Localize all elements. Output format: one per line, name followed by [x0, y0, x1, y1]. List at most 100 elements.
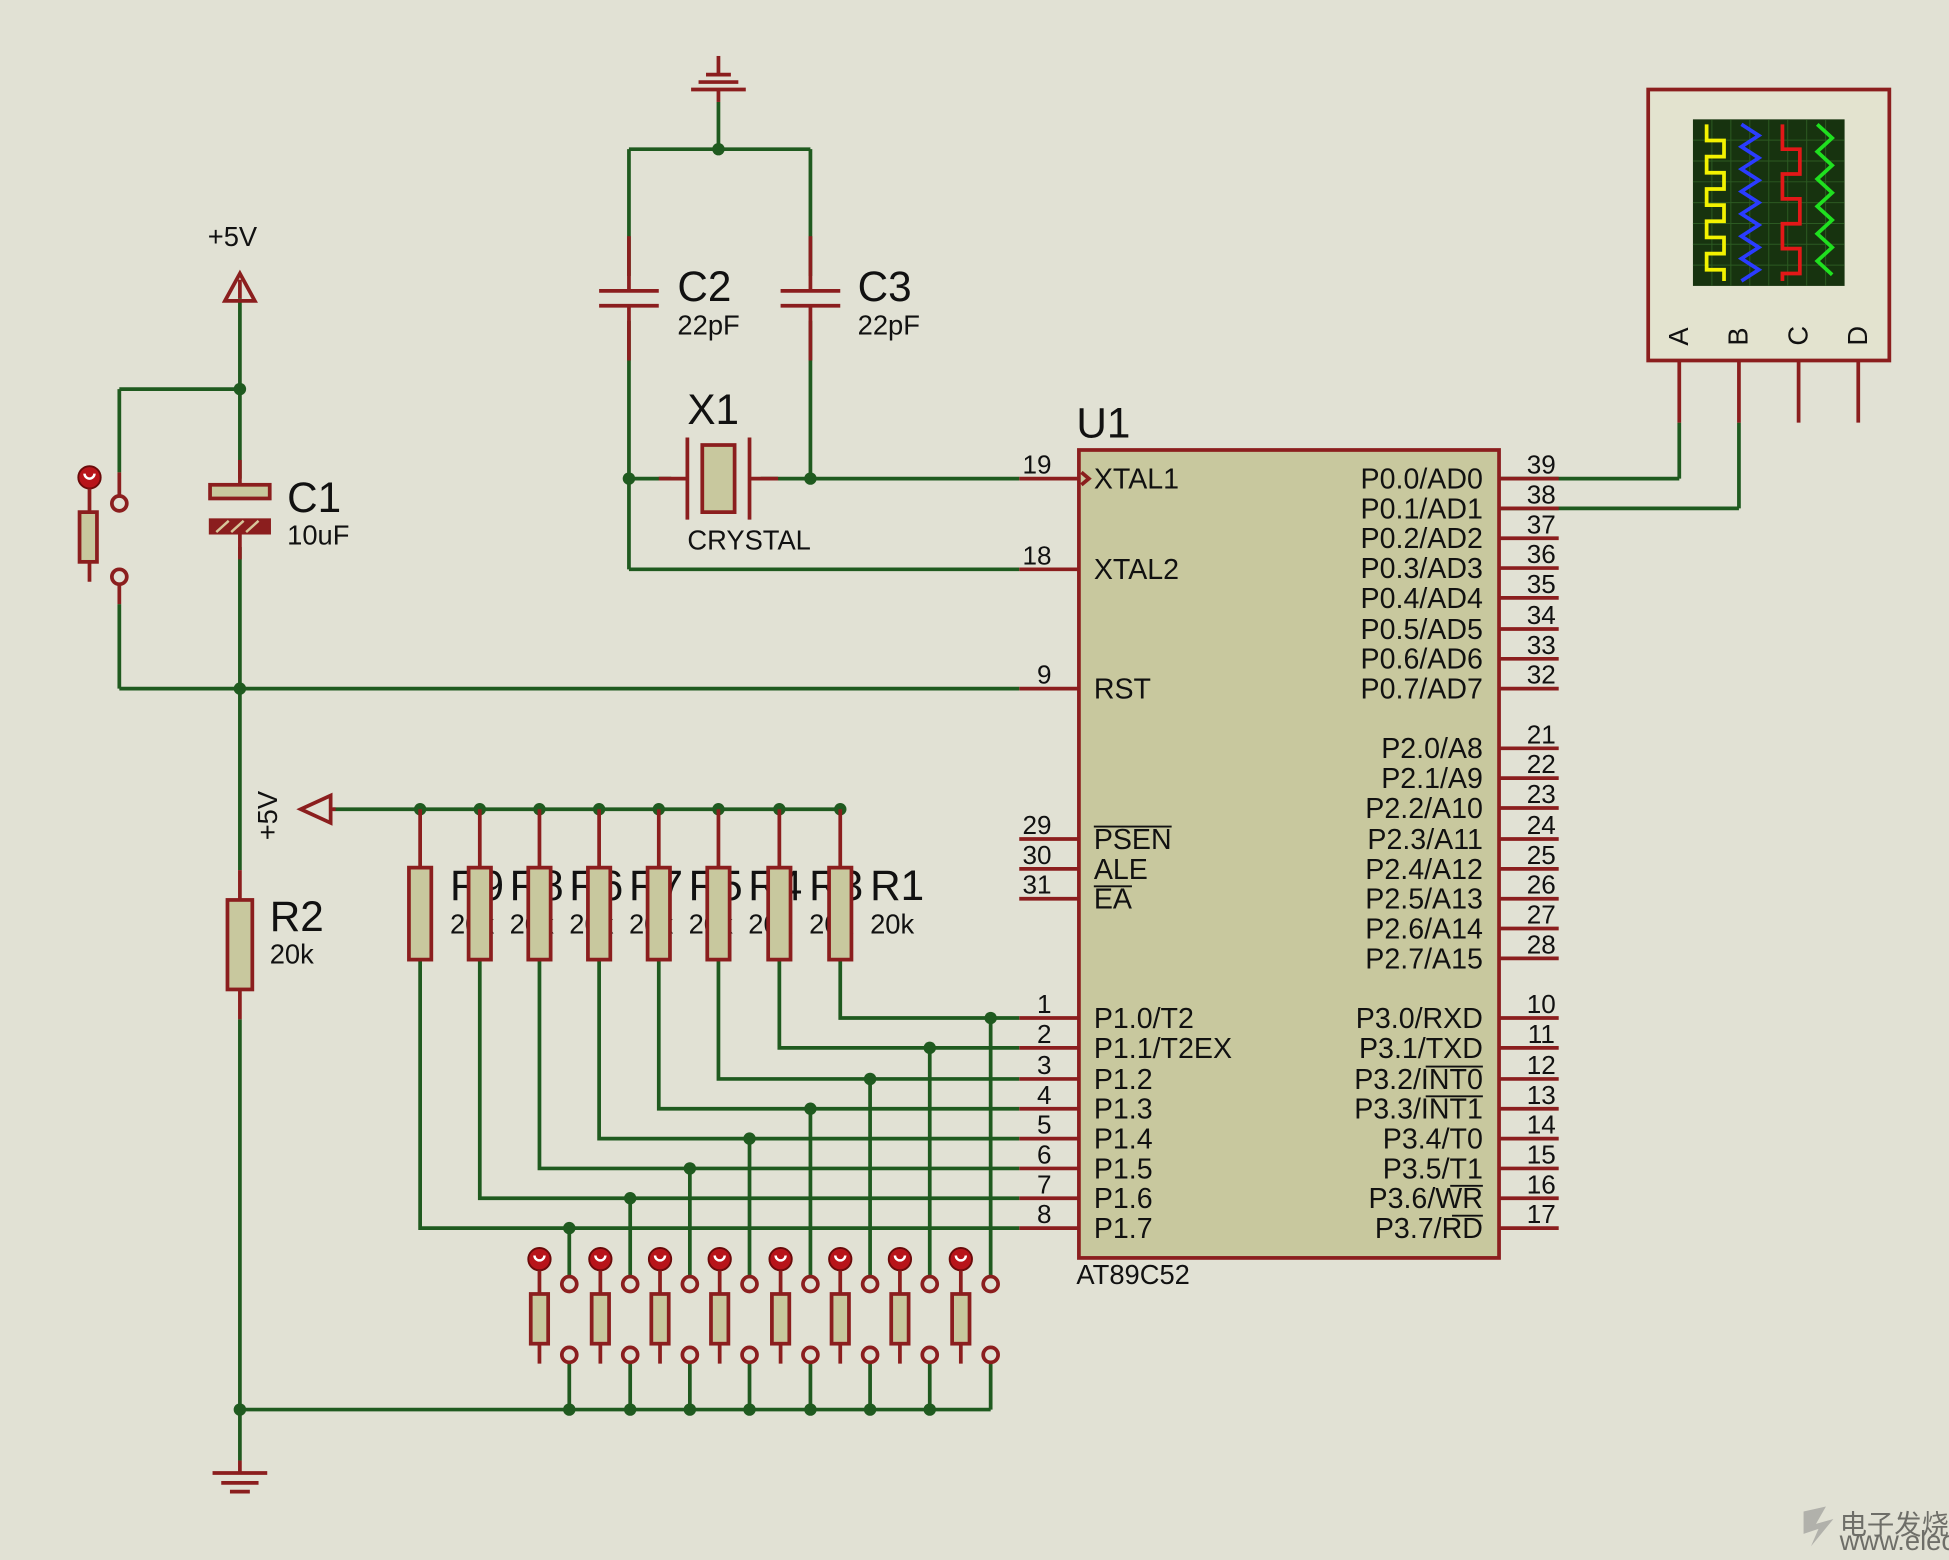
net-r1-port — [838, 959, 1020, 1020]
key-switch-5-body — [770, 1292, 792, 1346]
resistor-r1: R120k — [827, 809, 924, 962]
key-switch-4-body — [709, 1292, 731, 1346]
capacitor-c3: C3 22pF — [780, 236, 920, 361]
u1-pin-2-name: P1.1/T2EX — [1094, 1033, 1232, 1065]
scope-channel-a-label: A — [1663, 327, 1694, 346]
u1-pin-26-name: P2.5/A13 — [1365, 884, 1483, 916]
u1-pin-33-number: 33 — [1527, 630, 1556, 660]
u1-pin-23-name: P2.2/A10 — [1365, 793, 1483, 825]
u1-pin-39-number: 39 — [1527, 450, 1556, 480]
u1-pin-30-name: ALE — [1094, 854, 1148, 886]
u1-pin-32-number: 32 — [1527, 660, 1556, 690]
c3-ref: C3 — [858, 263, 912, 310]
reset-pushbutton[interactable] — [77, 465, 129, 605]
junction-row-r9 — [563, 1221, 576, 1235]
u1-pin-31-number: 31 — [1023, 870, 1052, 900]
u1-pin-33-name: P0.6/AD6 — [1361, 644, 1483, 676]
u1-pin-22-name: P2.1/A9 — [1381, 763, 1483, 795]
r2-ref: R2 — [270, 893, 324, 940]
resistor-r1-value: 20k — [870, 909, 914, 940]
u1-pin-8-name: P1.7 — [1094, 1213, 1153, 1245]
u1-part: AT89C52 — [1076, 1259, 1189, 1290]
c2-value: 22pF — [677, 309, 739, 340]
resistor-r9-body — [407, 865, 434, 962]
u1-pin-9-number: 9 — [1037, 660, 1052, 690]
u1-pin-28-name: P2.7/A15 — [1365, 943, 1483, 975]
c3-value: 22pF — [858, 309, 920, 340]
u1-pin-34-name: P0.5/AD5 — [1361, 614, 1483, 646]
u1-pin-27-name: P2.6/A14 — [1365, 913, 1483, 945]
u1-pin-5-number: 5 — [1037, 1110, 1052, 1140]
u1-pin-14-number: 14 — [1527, 1110, 1556, 1140]
capacitor-c1: C1 10uF — [208, 459, 349, 560]
u1-pin-29-name: PSEN — [1094, 824, 1172, 856]
key-switch-5-contact-bottom — [801, 1345, 820, 1365]
junction-row-r7 — [743, 1132, 756, 1145]
u1-ref: U1 — [1076, 400, 1130, 447]
u1-pin-11-number: 11 — [1528, 1019, 1555, 1049]
u1-pin-13-name: P3.3/INT1 — [1354, 1094, 1483, 1126]
key-switch-4-contact-top — [740, 1274, 759, 1294]
junction-gnd-4 — [743, 1403, 756, 1416]
capacitor-c2: C2 22pF — [599, 236, 740, 361]
u1-pin-21-number: 21 — [1527, 719, 1556, 749]
scope-channel-b-label: B — [1723, 327, 1754, 345]
u1-pin-6-name: P1.5 — [1094, 1153, 1153, 1185]
u1-pin-25-name: P2.4/A12 — [1365, 854, 1483, 886]
resistor-r2: R2 20k — [225, 870, 324, 1020]
junction-row-r8 — [623, 1192, 637, 1205]
u1-pin-3-number: 3 — [1037, 1050, 1052, 1080]
junction-gnd-7 — [923, 1403, 936, 1416]
vcc-symbol-bus: +5V — [252, 790, 336, 840]
u1-pin-39-name: P0.0/AD0 — [1361, 464, 1483, 496]
resistor-r1-body — [827, 865, 854, 962]
resistor-r7-body — [586, 865, 613, 962]
schematic-canvas: +5V +5V C2 22pF C3 22pF X1 CRYSTAL C1 10… — [77, 55, 1949, 1556]
u1-pin-6-number: 6 — [1037, 1139, 1052, 1169]
junction-gnd-6 — [863, 1403, 877, 1416]
key-switch-8-contact-bottom — [981, 1345, 1000, 1365]
u1-pin-16-name: P3.6/WR — [1369, 1183, 1483, 1215]
c1-ref: C1 — [287, 474, 341, 521]
u1-pin-21-name: P2.0/A8 — [1381, 733, 1483, 765]
key-switch-6-contact-bottom — [860, 1345, 880, 1365]
u1-pin-38-name: P0.1/AD1 — [1361, 493, 1483, 525]
u1-pin-24-name: P2.3/A11 — [1367, 824, 1482, 856]
key-switch-4-contact-bottom — [740, 1345, 759, 1365]
u1-pin-13-number: 13 — [1527, 1080, 1556, 1110]
u1-pin-37-name: P0.2/AD2 — [1361, 523, 1483, 555]
u1-pin-27-number: 27 — [1527, 900, 1556, 930]
junction-row-r3 — [923, 1041, 936, 1055]
u1-pin-9-name: RST — [1094, 674, 1151, 706]
crystal-x1: X1 CRYSTAL — [658, 386, 811, 555]
junction-row-r1 — [984, 1011, 997, 1025]
u1-pin-5-name: P1.4 — [1094, 1124, 1153, 1156]
watermark: 电子发烧友 www.elecfans.com — [1803, 1506, 1949, 1556]
u1-pin-7-name: P1.6 — [1094, 1183, 1153, 1215]
junction-row-r4 — [863, 1072, 877, 1086]
vcc-symbol-top: +5V — [208, 221, 258, 303]
u1-pin-25-number: 25 — [1527, 840, 1556, 870]
u1-pin-17-name: P3.7/RD — [1375, 1213, 1483, 1245]
key-switch-1-contact-top — [559, 1274, 579, 1294]
scope-channel-c-label: C — [1782, 326, 1813, 346]
key-switch-8-contact-top — [981, 1274, 1000, 1294]
u1-pin-26-number: 26 — [1527, 870, 1556, 900]
oscilloscope[interactable]: A B C D — [1646, 87, 1892, 423]
u1-pin-12-number: 12 — [1527, 1050, 1556, 1080]
scope-channel-d-label: D — [1842, 326, 1873, 346]
u1-pin-22-number: 22 — [1527, 749, 1556, 779]
junction-gnd-1 — [563, 1403, 576, 1416]
net-r3-port — [777, 959, 1020, 1050]
u1-pin-2-number: 2 — [1037, 1019, 1052, 1049]
resistor-r5-body — [645, 865, 672, 962]
watermark-url: www.elecfans.com — [1839, 1525, 1949, 1556]
u1-pin-28-number: 28 — [1527, 929, 1556, 959]
u1-pin-1-number: 1 — [1037, 989, 1052, 1019]
u1-pin-36-name: P0.3/AD3 — [1361, 553, 1483, 585]
u1-pin-11-name: P3.1/TXD — [1359, 1033, 1483, 1065]
resistor-r6-body — [526, 865, 553, 962]
u1-pin-19-name: XTAL1 — [1094, 464, 1179, 496]
u1-pin-32-name: P0.7/AD7 — [1361, 674, 1483, 706]
resistor-r3-body — [766, 865, 793, 962]
